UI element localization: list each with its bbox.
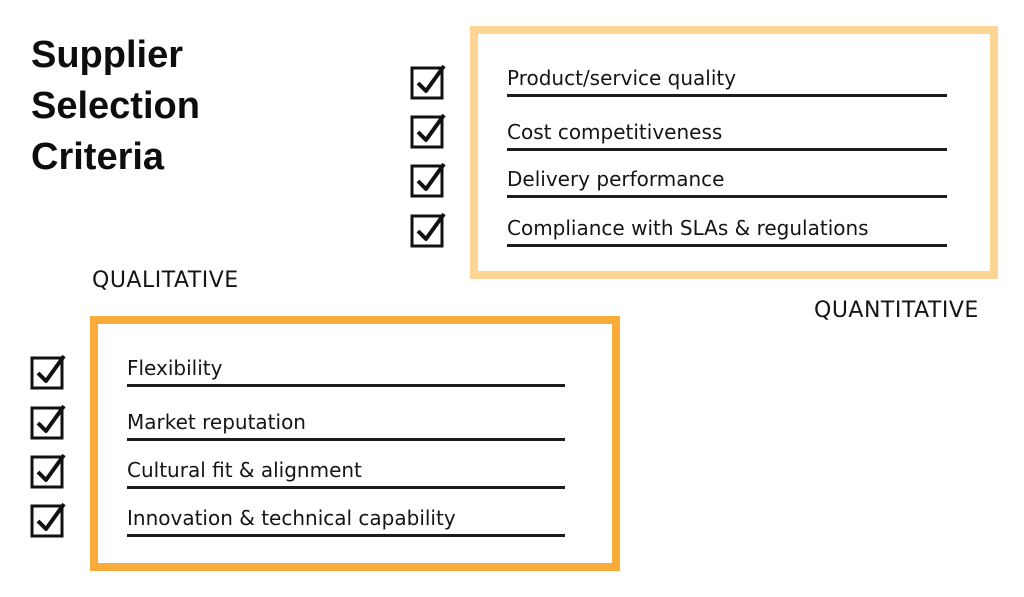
list-item: Product/service quality	[507, 64, 947, 97]
list-item: Delivery performance	[507, 165, 947, 198]
item-label: Cost competitiveness	[507, 120, 723, 144]
checked-checkbox-icon[interactable]	[410, 111, 448, 149]
item-label: Market reputation	[127, 410, 306, 434]
item-label: Delivery performance	[507, 167, 725, 191]
list-item: Compliance with SLAs & regulations	[507, 214, 947, 247]
item-label: Compliance with SLAs & regulations	[507, 216, 869, 240]
item-label: Product/service quality	[507, 66, 737, 90]
quantitative-label: QUANTITATIVE	[814, 298, 979, 323]
item-label: Cultural fit & alignment	[127, 458, 362, 482]
item-label: Innovation & technical capability	[127, 506, 456, 530]
checked-checkbox-icon[interactable]	[30, 500, 68, 538]
list-item: Innovation & technical capability	[127, 504, 565, 537]
checked-checkbox-icon[interactable]	[410, 62, 448, 100]
title-line-2: Selection	[31, 85, 200, 127]
page-title: Supplier Selection Criteria	[31, 30, 200, 183]
list-item: Flexibility	[127, 354, 565, 387]
checked-checkbox-icon[interactable]	[410, 210, 448, 248]
item-label: Flexibility	[127, 356, 223, 380]
checked-checkbox-icon[interactable]	[30, 402, 68, 440]
list-item: Cultural fit & alignment	[127, 456, 565, 489]
list-item: Cost competitiveness	[507, 118, 947, 151]
checked-checkbox-icon[interactable]	[410, 160, 448, 198]
title-line-3: Criteria	[31, 136, 165, 178]
checked-checkbox-icon[interactable]	[30, 451, 68, 489]
checked-checkbox-icon[interactable]	[30, 352, 68, 390]
qualitative-label: QUALITATIVE	[92, 268, 239, 293]
title-line-1: Supplier	[31, 34, 184, 76]
list-item: Market reputation	[127, 408, 565, 441]
